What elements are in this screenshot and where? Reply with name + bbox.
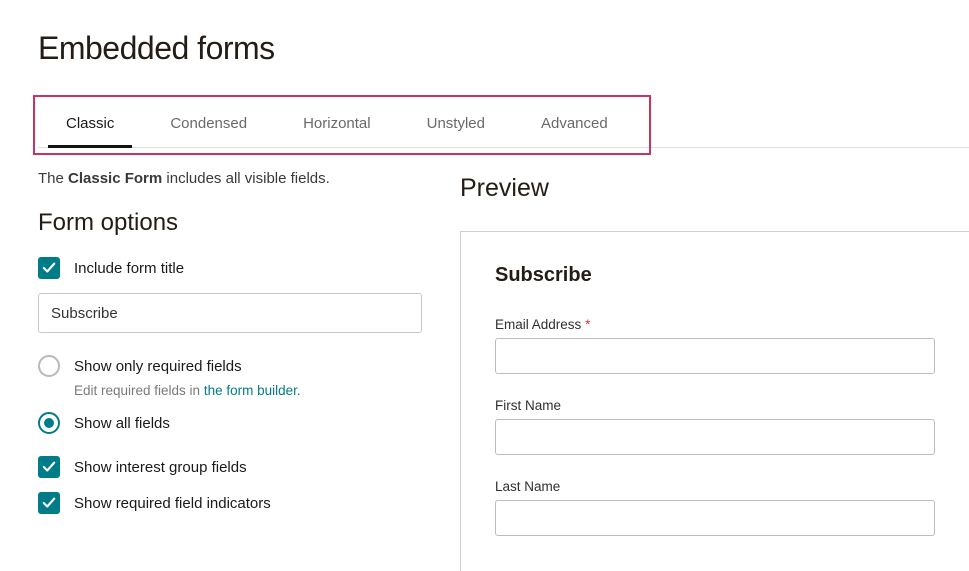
tab-condensed[interactable]: Condensed: [142, 99, 275, 147]
form-title-input[interactable]: [38, 293, 422, 333]
include-form-title-checkbox[interactable]: Include form title: [38, 257, 426, 279]
page-title: Embedded forms: [38, 30, 969, 67]
show-interest-groups-label: Show interest group fields: [74, 459, 247, 476]
required-fields-hint: Edit required fields in the form builder…: [74, 383, 426, 398]
required-indicator: *: [585, 317, 590, 332]
preview-title: Preview: [460, 174, 969, 203]
show-required-indicators-label: Show required field indicators: [74, 495, 271, 512]
email-input[interactable]: [495, 338, 935, 374]
radio-icon: [38, 355, 60, 377]
first-name-label: First Name: [495, 398, 935, 413]
preview-panel: Preview Subscribe Email Address * First …: [460, 170, 969, 571]
first-name-input[interactable]: [495, 419, 935, 455]
tab-advanced[interactable]: Advanced: [513, 99, 636, 147]
show-interest-groups-checkbox[interactable]: Show interest group fields: [38, 456, 426, 478]
check-icon: [38, 456, 60, 478]
check-icon: [38, 492, 60, 514]
preview-heading: Subscribe: [495, 264, 935, 287]
check-icon: [38, 257, 60, 279]
show-required-indicators-checkbox[interactable]: Show required field indicators: [38, 492, 426, 514]
form-options-panel: The Classic Form includes all visible fi…: [38, 170, 426, 571]
tab-horizontal[interactable]: Horizontal: [275, 99, 399, 147]
form-description: The Classic Form includes all visible fi…: [38, 170, 426, 187]
show-only-required-radio[interactable]: Show only required fields: [38, 355, 426, 377]
form-options-title: Form options: [38, 209, 426, 237]
show-all-fields-label: Show all fields: [74, 415, 170, 432]
include-form-title-label: Include form title: [74, 260, 184, 277]
tabs: Classic Condensed Horizontal Unstyled Ad…: [38, 99, 969, 148]
form-builder-link[interactable]: the form builder.: [204, 383, 301, 398]
last-name-label: Last Name: [495, 479, 935, 494]
email-label: Email Address *: [495, 317, 935, 332]
tab-unstyled[interactable]: Unstyled: [399, 99, 513, 147]
show-only-required-label: Show only required fields: [74, 358, 242, 375]
tabs-container: Classic Condensed Horizontal Unstyled Ad…: [38, 99, 969, 148]
tab-classic[interactable]: Classic: [38, 99, 142, 147]
radio-icon: [38, 412, 60, 434]
last-name-input[interactable]: [495, 500, 935, 536]
show-all-fields-radio[interactable]: Show all fields: [38, 412, 426, 434]
preview-box: Subscribe Email Address * First Name Las…: [460, 231, 969, 571]
